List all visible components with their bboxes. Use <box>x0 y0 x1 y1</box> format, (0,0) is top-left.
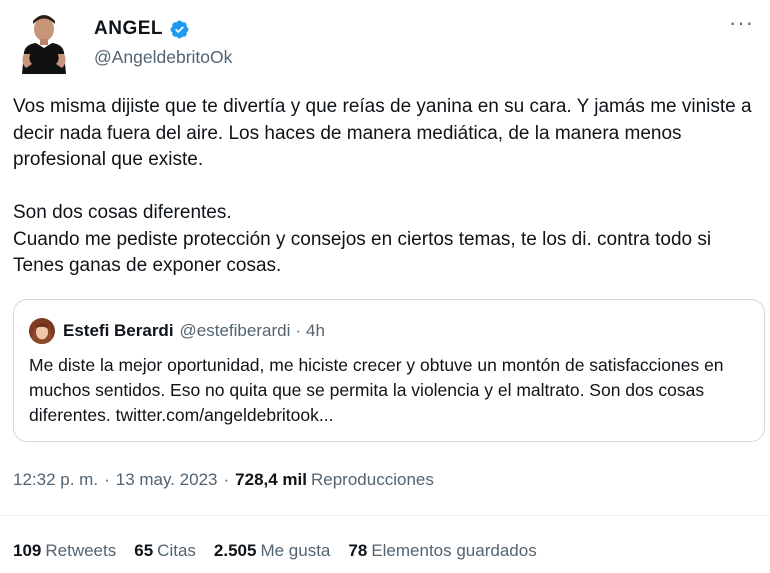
quoted-tweet-text: Me diste la mejor oportunidad, me hicist… <box>29 355 724 425</box>
quoted-author-name: Estefi Berardi <box>63 321 174 340</box>
quoted-author-handle: @estefiberardi <box>179 321 291 340</box>
likes-label: Me gusta <box>260 541 331 560</box>
separator-dot: · <box>295 321 302 340</box>
bookmarks-count: 78 <box>348 541 368 560</box>
author-display-name[interactable]: ANGEL <box>94 18 163 40</box>
bookmarks-stat[interactable]: 78 Elementos guardados <box>348 541 536 561</box>
retweets-stat[interactable]: 109 Retweets <box>13 541 116 561</box>
tweet-text: Vos misma dijiste que te divertía y que … <box>13 96 752 276</box>
tweet-time[interactable]: 12:32 p. m. <box>13 470 98 490</box>
separator-dot: · <box>223 470 230 489</box>
retweets-label: Retweets <box>45 541 117 560</box>
quoted-tweet-time: 4h <box>306 321 325 340</box>
quotes-label: Citas <box>157 541 196 560</box>
likes-count: 2.505 <box>213 541 257 560</box>
verified-badge-icon <box>169 19 190 40</box>
quoted-tweet-header: Estefi Berardi @estefiberardi · 4h <box>29 318 325 344</box>
views-label: Reproducciones <box>311 470 434 489</box>
separator-dot: · <box>104 470 110 489</box>
more-options-icon[interactable]: ··· <box>729 12 754 34</box>
quotes-stat[interactable]: 65 Citas <box>134 541 196 561</box>
tweet-date[interactable]: 13 may. 2023 <box>116 470 218 490</box>
author-handle[interactable]: @AngeldebritoOk <box>94 47 232 68</box>
divider <box>0 515 770 516</box>
tweet-header: ANGEL @AngeldebritoOk ··· <box>12 10 758 80</box>
bookmarks-label: Elementos guardados <box>371 541 537 560</box>
quoted-tweet[interactable]: Estefi Berardi @estefiberardi · 4h Me di… <box>13 299 765 442</box>
author-name-row: ANGEL <box>94 18 190 40</box>
tweet-meta: 12:32 p. m. · 13 may. 2023 · 728,4 mil R… <box>13 470 434 490</box>
likes-stat[interactable]: 2.505 Me gusta <box>214 541 330 561</box>
quotes-count: 65 <box>134 541 154 560</box>
retweets-count: 109 <box>13 541 42 560</box>
views-count: 728,4 mil <box>235 470 307 489</box>
author-avatar[interactable] <box>18 12 70 74</box>
quoted-author-avatar <box>29 318 55 344</box>
engagement-stats: 109 Retweets 65 Citas 2.505 Me gusta 78 Elem… <box>13 541 555 561</box>
